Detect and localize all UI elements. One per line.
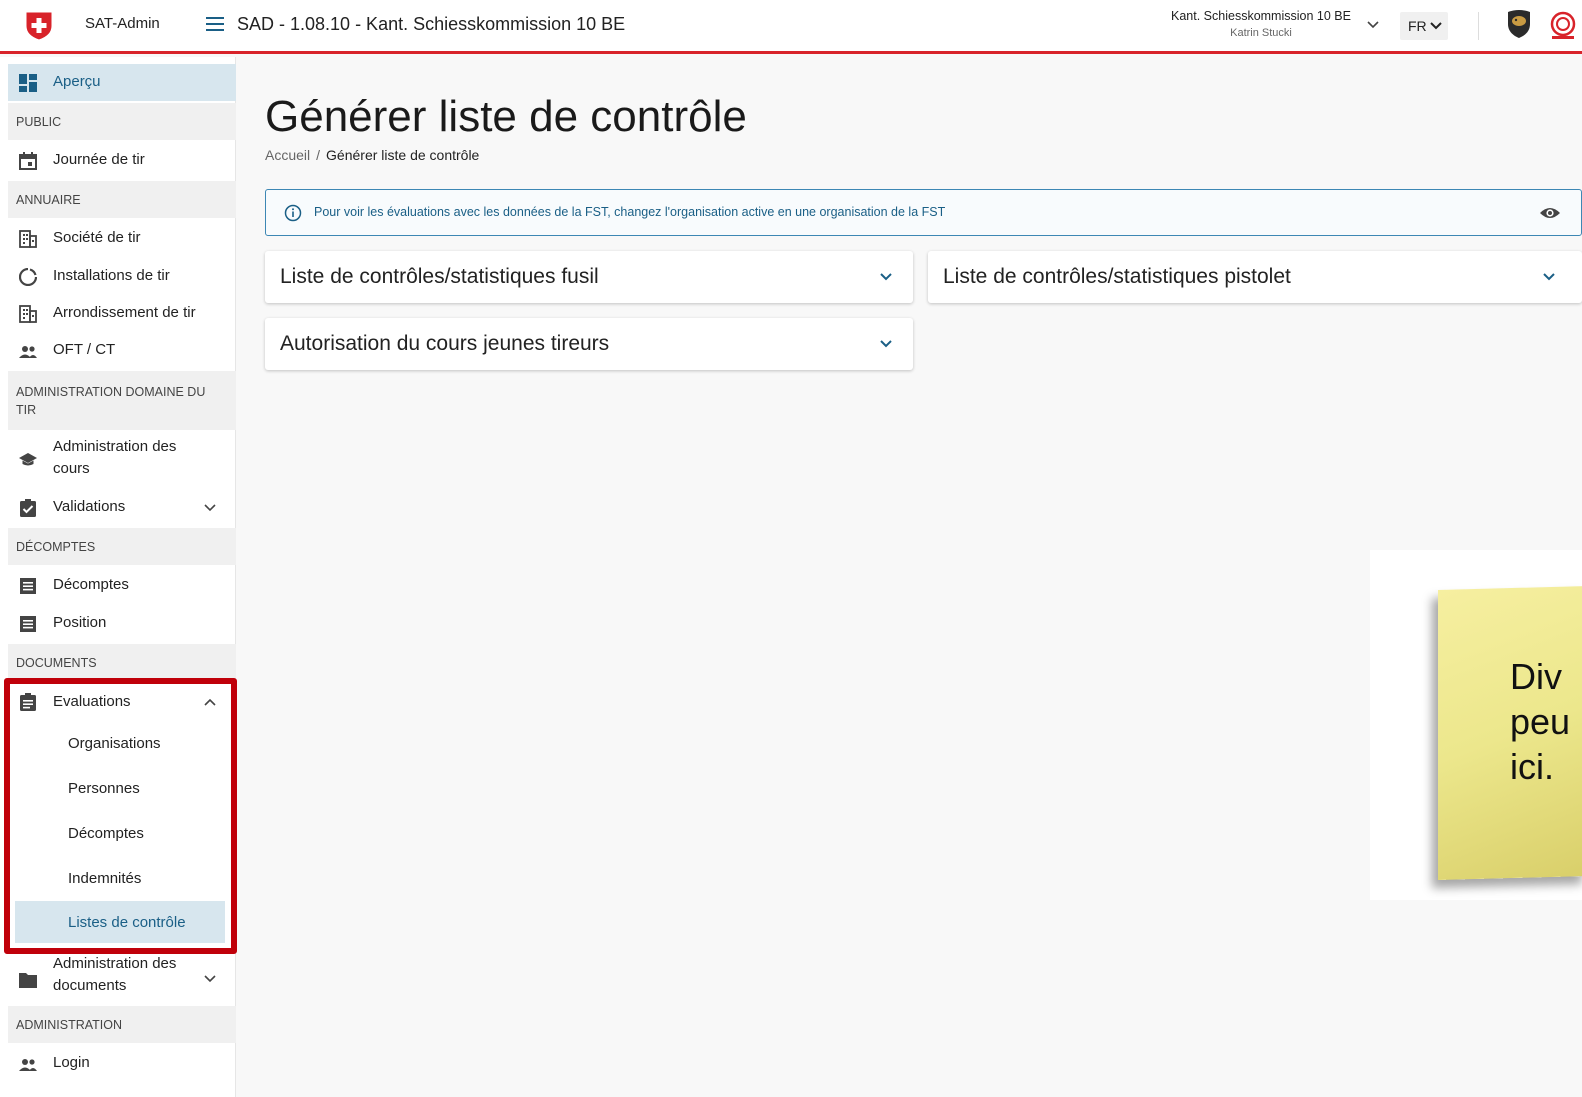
sidebar-subitem-persons[interactable]: Personnes xyxy=(15,767,225,809)
graduation-cap-icon xyxy=(19,453,37,466)
sidebar-item-position[interactable]: Position xyxy=(8,605,236,642)
chevron-down-icon xyxy=(880,340,892,348)
folder-icon xyxy=(19,973,37,988)
building-icon xyxy=(19,305,37,323)
sidebar-item-label: Validations xyxy=(53,498,126,515)
organization-selector[interactable]: Kant. Schiesskommission 10 BE Katrin Stu… xyxy=(1150,9,1372,39)
sidebar-item-shooting-day[interactable]: Journée de tir xyxy=(8,142,236,179)
section-header-public: PUBLIC xyxy=(8,103,236,140)
sidebar-item-label: Login xyxy=(53,1054,90,1071)
calendar-icon xyxy=(19,152,37,170)
sidebar-item-document-admin[interactable]: Administration des documents xyxy=(8,952,236,1007)
pistol-checklist-panel[interactable]: Liste de contrôles/statistiques pistolet xyxy=(928,251,1582,303)
sidebar-item-label: Position xyxy=(53,614,107,631)
sticky-note-line: ici. xyxy=(1510,746,1554,787)
section-header-billing: DÉCOMPTES xyxy=(8,528,236,565)
sidebar-item-label: Administration des cours xyxy=(53,438,177,477)
eye-icon[interactable] xyxy=(1540,205,1560,221)
chevron-down-icon xyxy=(1543,273,1555,281)
organization-name: Kant. Schiesskommission 10 BE xyxy=(1171,9,1351,23)
sidebar-item-validations[interactable]: Validations xyxy=(8,489,236,526)
info-icon xyxy=(284,204,302,222)
sticky-note-line: Div xyxy=(1510,656,1562,697)
sidebar-item-course-admin[interactable]: Administration des cours xyxy=(8,432,236,487)
sidebar-item-shooting-club[interactable]: Société de tir xyxy=(8,220,236,257)
app-title: SAD - 1.08.10 - Kant. Schiesskommission … xyxy=(237,14,626,34)
sidebar-item-login[interactable]: Login xyxy=(8,1045,236,1082)
youth-course-panel[interactable]: Autorisation du cours jeunes tireurs xyxy=(265,318,913,370)
page-title: Générer liste de contrôle xyxy=(265,92,747,141)
sidebar-item-oft-ct[interactable]: OFT / CT xyxy=(8,332,236,369)
divider xyxy=(1478,12,1479,40)
sidebar-item-overview[interactable]: Aperçu xyxy=(8,64,236,101)
section-header-directory: ANNUAIRE xyxy=(8,181,236,218)
swiss-shield-logo[interactable] xyxy=(25,11,53,41)
sidebar-item-shooting-district[interactable]: Arrondissement de tir xyxy=(8,295,236,332)
chevron-down-icon xyxy=(204,504,216,512)
chevron-down-icon[interactable] xyxy=(1366,18,1380,32)
sidebar-item-label: Administration des documents xyxy=(53,955,177,994)
breadcrumb-separator: / xyxy=(316,147,321,163)
sidebar-subitem-allowances[interactable]: Indemnités xyxy=(15,857,225,899)
sidebar-item-shooting-installations[interactable]: Installations de tir xyxy=(8,258,236,295)
sidebar-subitem-checklists[interactable]: Listes de contrôle xyxy=(15,901,225,943)
sidebar-item-label: Société de tir xyxy=(53,229,141,246)
chevron-down-icon xyxy=(204,975,216,983)
list-document-icon xyxy=(20,616,36,632)
breadcrumb: Accueil / Générer liste de contrôle xyxy=(265,147,479,163)
panel-title: Liste de contrôles/statistiques fusil xyxy=(280,265,599,288)
dashboard-icon xyxy=(19,74,37,92)
chevron-down-icon xyxy=(1430,22,1442,30)
sticky-note-line: peu xyxy=(1510,701,1571,742)
chevron-up-icon xyxy=(204,698,216,706)
building-icon xyxy=(19,230,37,248)
panel-title: Autorisation du cours jeunes tireurs xyxy=(280,332,610,355)
fst-logo[interactable] xyxy=(1506,9,1532,39)
section-header-documents: DOCUMENTS xyxy=(8,644,236,681)
clipboard-check-icon xyxy=(20,499,36,517)
sidebar-item-label: Evaluations xyxy=(53,693,131,710)
breadcrumb-current: Générer liste de contrôle xyxy=(326,147,480,163)
sidebar-item-evaluations[interactable]: Evaluations xyxy=(8,684,236,721)
info-alert: Pour voir les évaluations avec les donné… xyxy=(265,189,1582,236)
partner-logo[interactable] xyxy=(1548,10,1578,42)
sidebar-subitem-organisations[interactable]: Organisations xyxy=(15,722,225,764)
language-value: FR xyxy=(1408,18,1427,34)
sticky-note-text: Div peu ici. xyxy=(1510,654,1570,789)
rifle-checklist-panel[interactable]: Liste de contrôles/statistiques fusil xyxy=(265,251,913,303)
section-header-admin-domain: ADMINISTRATION DOMAINE DU TIR xyxy=(8,371,236,430)
sidebar-item-label: Journée de tir xyxy=(53,151,145,168)
sidebar-item-label: Aperçu xyxy=(53,73,101,90)
sidebar-item-billings[interactable]: Décomptes xyxy=(8,567,236,604)
language-select[interactable]: FR xyxy=(1400,12,1448,40)
sidebar-item-label: Décomptes xyxy=(53,576,129,593)
clipboard-icon xyxy=(20,693,36,711)
list-document-icon xyxy=(20,578,36,594)
sidebar-item-label: Installations de tir xyxy=(53,267,170,284)
top-bar: SAT-Admin SAD - 1.08.10 - Kant. Schiessk… xyxy=(0,0,1582,54)
target-ring-icon xyxy=(19,268,37,286)
info-message: Pour voir les évaluations avec les donné… xyxy=(314,205,946,219)
panel-title: Liste de contrôles/statistiques pistolet xyxy=(943,265,1291,288)
chevron-down-icon xyxy=(880,273,892,281)
breadcrumb-home[interactable]: Accueil xyxy=(265,147,310,163)
sidebar-item-label: Arrondissement de tir xyxy=(53,304,196,321)
menu-icon[interactable] xyxy=(206,17,224,31)
section-header-administration: ADMINISTRATION xyxy=(8,1006,236,1043)
app-name[interactable]: SAT-Admin xyxy=(85,15,160,32)
people-icon xyxy=(19,346,37,358)
user-name: Katrin Stucki xyxy=(1230,27,1292,39)
people-icon xyxy=(19,1059,37,1071)
sidebar-item-label: OFT / CT xyxy=(53,341,116,358)
sidebar-subitem-billings[interactable]: Décomptes xyxy=(15,812,225,854)
